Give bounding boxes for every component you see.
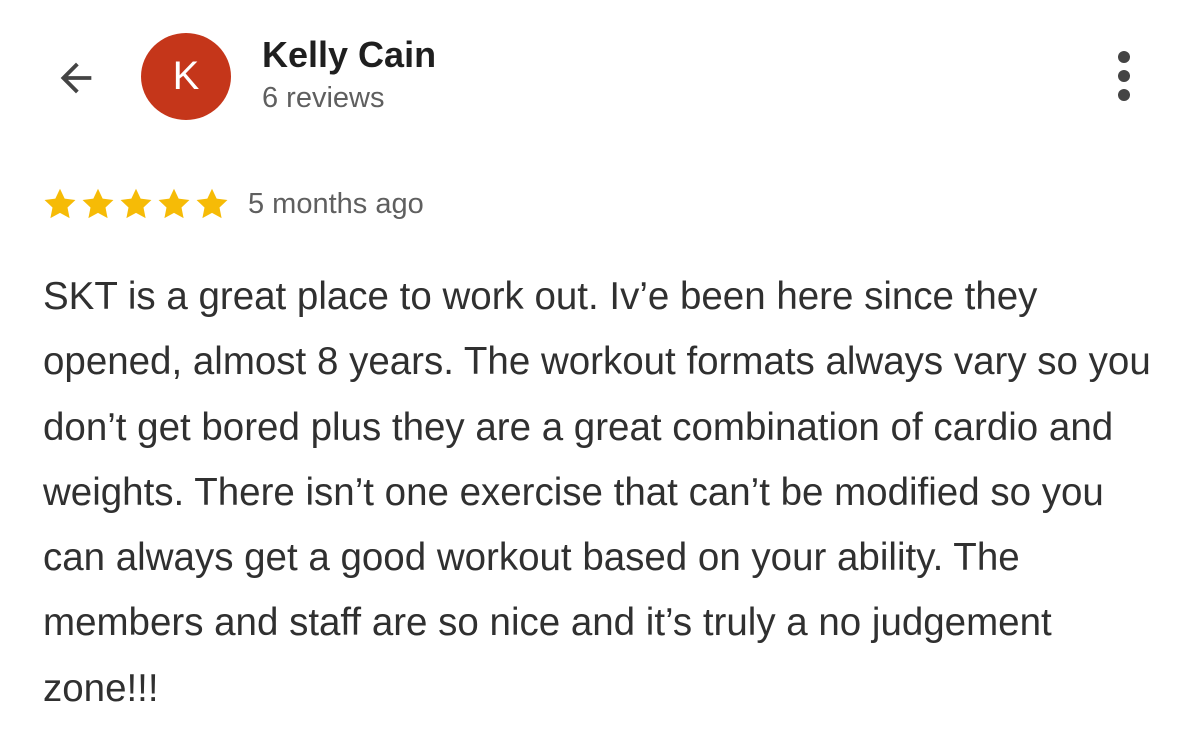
reviewer-name[interactable]: Kelly Cain xyxy=(262,34,436,76)
review-text: SKT is a great place to work out. Iv’e b… xyxy=(43,275,1151,710)
review-date: 5 months ago xyxy=(248,187,424,220)
review-detail-page: K Kelly Cain 6 reviews 5 months ago SKT … xyxy=(0,0,1200,739)
avatar[interactable]: K xyxy=(141,33,231,120)
star-icon xyxy=(196,188,228,219)
arrow-left-icon xyxy=(60,62,92,94)
back-button[interactable] xyxy=(50,52,102,104)
star-rating xyxy=(42,186,230,222)
star-icon xyxy=(120,188,152,219)
review-meta: 5 months ago xyxy=(42,186,424,222)
more-vert-icon xyxy=(1118,51,1130,101)
star-icon xyxy=(158,188,190,219)
more-options-button[interactable] xyxy=(1098,48,1150,104)
star-icon xyxy=(82,188,114,219)
review-count: 6 reviews xyxy=(262,82,385,114)
star-icon xyxy=(44,188,76,219)
avatar-initial: K xyxy=(172,54,200,98)
